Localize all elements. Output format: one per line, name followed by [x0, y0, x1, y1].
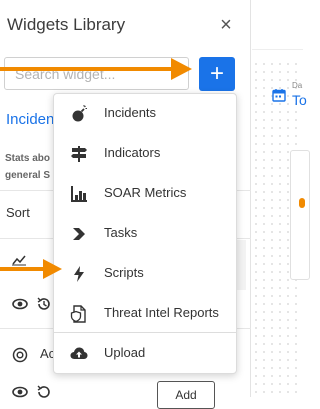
eye-icon[interactable] [12, 296, 28, 312]
menu-item-label: Incidents [104, 105, 157, 120]
menu-item-label: SOAR Metrics [104, 185, 187, 200]
add-widget-button[interactable]: + [199, 57, 235, 91]
menu-item-tasks[interactable]: Tasks [54, 214, 236, 254]
signpost-icon [71, 146, 87, 162]
panel-title: Widgets Library [7, 15, 126, 34]
dashboard-widget-card [290, 150, 310, 280]
menu-item-label: Scripts [104, 265, 144, 280]
bolt-icon [74, 266, 84, 282]
menu-item-indicators[interactable]: Indicators [54, 134, 236, 174]
widget-indicator [299, 198, 305, 208]
bomb-icon [72, 105, 87, 122]
menu-item-soar-metrics[interactable]: SOAR Metrics [54, 174, 236, 214]
menu-item-threat-intel-reports[interactable]: Threat Intel Reports [54, 294, 236, 334]
bar-chart-icon [71, 186, 87, 202]
eye-icon[interactable] [12, 384, 28, 400]
scrollbar[interactable] [237, 240, 246, 290]
close-button[interactable]: × [216, 13, 236, 37]
dashboard-area: Da To [252, 0, 310, 397]
chevron-right-icon [73, 228, 85, 240]
date-range-value[interactable]: To [292, 92, 307, 108]
menu-divider [54, 332, 236, 333]
menu-item-label: Threat Intel Reports [104, 305, 219, 320]
calendar-icon[interactable] [272, 88, 286, 102]
history-icon[interactable] [36, 296, 52, 312]
category-label[interactable]: Inciden [6, 111, 54, 128]
annotation-arrow [0, 259, 62, 279]
menu-item-label: Upload [104, 345, 146, 360]
dashboard-header [252, 0, 303, 50]
report-icon [70, 305, 86, 323]
menu-item-label: Indicators [104, 145, 161, 160]
menu-item-incidents[interactable]: Incidents [54, 94, 236, 134]
annotation-arrow [0, 58, 192, 80]
add-widget-row-button[interactable]: Add [157, 381, 215, 409]
menu-item-upload[interactable]: Upload [54, 334, 236, 374]
cloud-upload-icon [70, 347, 88, 359]
menu-item-label: Tasks [104, 225, 138, 240]
date-range-label: Da [292, 81, 303, 90]
sort-label[interactable]: Sort [6, 205, 30, 220]
add-widget-menu: Incidents Indicators SOAR Metrics Tasks … [53, 93, 237, 374]
menu-item-scripts[interactable]: Scripts [54, 254, 236, 294]
history-icon[interactable] [36, 384, 52, 400]
at-sign-icon [12, 347, 28, 363]
